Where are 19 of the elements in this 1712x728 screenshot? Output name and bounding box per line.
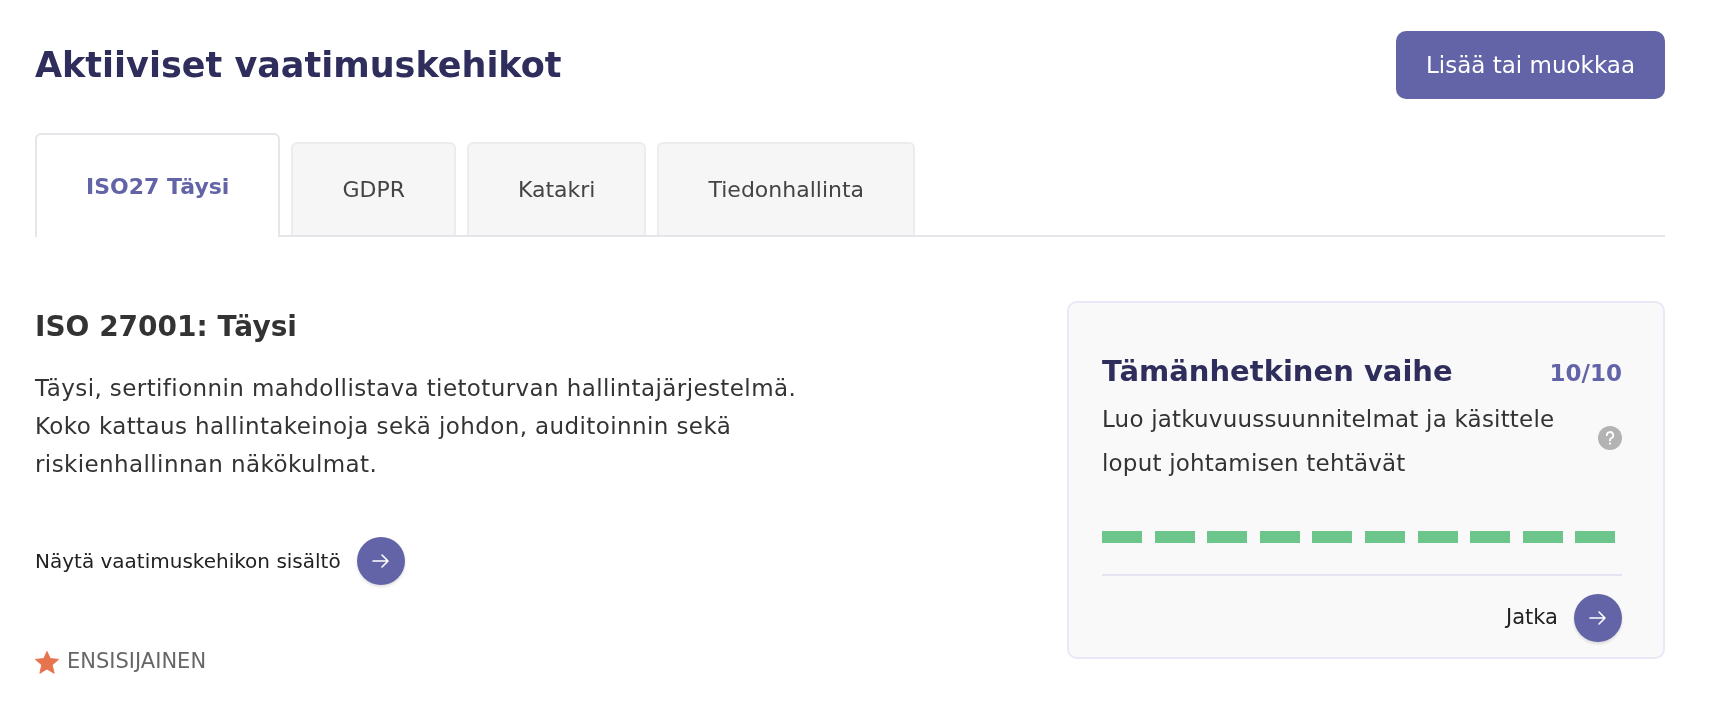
arrow-right-icon [371,553,390,569]
page-title: Aktiiviset vaatimuskehikot [35,44,562,86]
continue-button[interactable] [1574,594,1622,642]
framework-title: ISO 27001: Täysi [35,309,298,345]
phase-description: Luo jatkuvuussuunnitelmat ja käsittele loput johtamisen tehtävät [1102,405,1556,478]
priority-label: ENSISIJAINEN [67,648,207,676]
view-content-link[interactable]: Näytä vaatimuskehikon sisältö [35,546,341,576]
star-icon [35,650,59,674]
tab[interactable]: Tiedonhallinta [657,142,916,235]
tab[interactable]: Katakri [466,142,647,235]
phase-title: Tämänhetkinen vaihe [1102,353,1453,390]
step-count: 10/10 [1549,359,1622,388]
tab[interactable]: ISO27 Täysi [35,133,281,237]
framework-description: Täysi, sertifionnin mahdollistava tietoturvan hallintajärjestelmä. Koko kattaus hallintakeinoja sekä johdon, auditoinnin sekä riskienhallinnan näkökulmat. [35,374,798,479]
tab[interactable]: GDPR [291,142,456,235]
arrow-right-icon [1589,610,1607,626]
view-content-button[interactable] [356,537,405,585]
add-or-edit-button[interactable]: Lisää tai muokkaa [1396,31,1665,99]
continue-label: Jatka [1506,604,1558,632]
